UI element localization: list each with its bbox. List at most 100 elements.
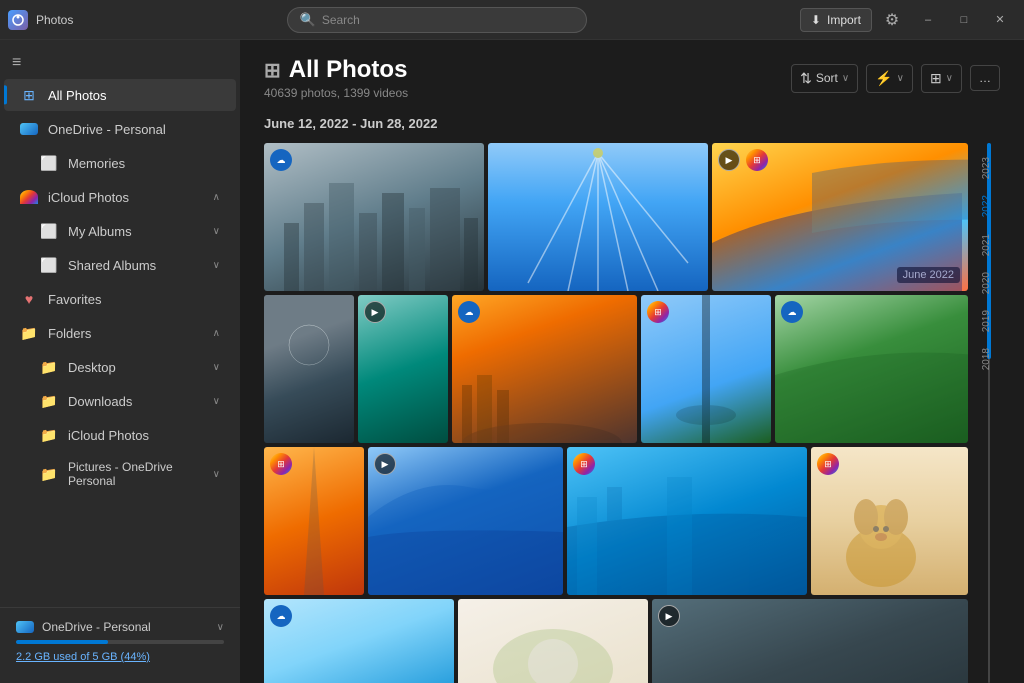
photo-item[interactable]: ☁ [775,295,968,443]
year-2020[interactable]: 2020 [981,268,992,301]
photo-item[interactable]: ⊞ [567,447,807,595]
close-button[interactable]: ✕ [984,6,1016,34]
onedrive-chevron: ∨ [217,622,224,633]
year-2018[interactable]: 2018 [981,344,992,377]
grid-icon: ⊞ [930,70,942,87]
sidebar-item-folders[interactable]: 📁 Folders ∧ [4,317,236,349]
photo-item[interactable]: ▶ [652,599,968,683]
shared-albums-icon: ⬜ [40,256,58,274]
page-title: ⊞ All Photos [264,56,408,84]
sort-chevron: ∨ [842,73,849,84]
photo-row-4: ☁ ▶ [264,599,968,683]
sort-icon: ⇅ [800,70,812,87]
photo-item[interactable]: ▶ ⊞ June 2022 [712,143,968,291]
titlebar: Photos 🔍 ⬇ Import ⚙ – □ ✕ [0,0,1024,40]
photo-item[interactable]: ⊞ [641,295,771,443]
storage-fill [16,640,108,644]
sort-button[interactable]: ⇅ Sort ∨ [791,64,858,93]
date-range: June 12, 2022 - Jun 28, 2022 [264,116,437,131]
titlebar-right: ⬇ Import ⚙ – □ ✕ [800,6,1016,34]
year-2023[interactable]: 2023 [981,153,992,186]
sidebar-item-downloads[interactable]: 📁 Downloads ∨ [4,385,236,417]
page-title-icon: ⊞ [264,58,281,83]
year-2021[interactable]: 2021 [981,230,992,263]
sidebar-item-pictures[interactable]: 📁 Pictures - OneDrive Personal ∨ [4,453,236,495]
onedrive-icon [20,120,38,138]
photos-grid: ☁ [264,143,968,683]
app-body: ≡ ⊞ All Photos OneDrive - Personal ⬜ Mem… [0,40,1024,683]
sidebar-item-memories[interactable]: ⬜ Memories [4,147,236,179]
more-button[interactable]: … [970,65,1000,91]
photo-item[interactable] [264,295,354,443]
maximize-button[interactable]: □ [948,6,980,34]
app-title: Photos [36,13,73,27]
downloads-chevron: ∨ [213,396,220,407]
sidebar-item-favorites[interactable]: ♥ Favorites [4,283,236,315]
icloud-icon [20,188,38,206]
downloads-icon: 📁 [40,392,58,410]
import-button[interactable]: ⬇ Import [800,8,872,32]
desktop-icon: 📁 [40,358,58,376]
photos-area[interactable]: ☁ [240,143,1024,683]
photo-row-3: ⊞ ▶ [264,447,968,595]
photos-count: 40639 photos, 1399 videos [264,86,408,100]
sidebar-item-all-photos[interactable]: ⊞ All Photos [4,79,236,111]
search-icon: 🔍 [300,12,316,28]
photo-row-2: ▶ ☁ [264,295,968,443]
sidebar: ≡ ⊞ All Photos OneDrive - Personal ⬜ Mem… [0,40,240,683]
photo-item[interactable]: ⊞ [811,447,968,595]
shared-albums-chevron: ∨ [213,260,220,271]
icloud-folder-icon: 📁 [40,426,58,444]
sidebar-item-onedrive[interactable]: OneDrive - Personal [4,113,236,145]
photo-item[interactable]: ☁ [452,295,637,443]
my-albums-chevron: ∨ [213,226,220,237]
filter-icon: ⚡ [875,70,892,87]
icloud-chevron: ∧ [213,192,220,203]
sidebar-item-icloud[interactable]: iCloud Photos ∧ [4,181,236,213]
date-section: June 12, 2022 - Jun 28, 2022 [240,108,1024,143]
photo-item[interactable]: ☁ [264,143,484,291]
app-icon [8,10,28,30]
photo-row-1: ☁ [264,143,968,291]
titlebar-left: Photos [8,10,73,30]
desktop-chevron: ∨ [213,362,220,373]
pictures-icon: 📁 [40,465,58,483]
onedrive-footer-icon [16,621,34,633]
sidebar-item-desktop[interactable]: 📁 Desktop ∨ [4,351,236,383]
storage-text[interactable]: 2.2 GB used of 5 GB (44%) [16,651,150,663]
sidebar-item-icloud-folder[interactable]: 📁 iCloud Photos [4,419,236,451]
year-2019[interactable]: 2019 [981,306,992,339]
folders-icon: 📁 [20,324,38,342]
settings-button[interactable]: ⚙ [876,6,908,34]
filter-chevron: ∨ [897,73,904,84]
heart-icon: ♥ [20,290,38,308]
sidebar-item-shared-albums[interactable]: ⬜ Shared Albums ∨ [4,249,236,281]
photo-item[interactable] [488,143,708,291]
memories-icon: ⬜ [40,154,58,172]
my-albums-icon: ⬜ [40,222,58,240]
pictures-chevron: ∨ [213,469,220,480]
view-button[interactable]: ⊞ ∨ [921,64,962,93]
onedrive-footer: OneDrive - Personal ∨ 2.2 GB used of 5 G… [0,607,240,675]
photo-item[interactable] [458,599,648,683]
main-content: ⊞ All Photos 40639 photos, 1399 videos ⇅… [240,40,1024,683]
search-input[interactable] [322,13,574,27]
sidebar-item-my-albums[interactable]: ⬜ My Albums ∨ [4,215,236,247]
content-header-right: ⇅ Sort ∨ ⚡ ∨ ⊞ ∨ … [791,64,1000,93]
folders-chevron: ∧ [213,328,220,339]
photo-item[interactable]: ▶ [358,295,448,443]
content-header: ⊞ All Photos 40639 photos, 1399 videos ⇅… [240,40,1024,108]
search-bar[interactable]: 🔍 [287,7,587,33]
year-2022[interactable]: 2022 [981,191,992,224]
timeline-bar: 2023 2022 2021 2020 2019 2018 [972,143,1000,683]
photo-item[interactable]: ⊞ [264,447,364,595]
photo-item[interactable]: ☁ [264,599,454,683]
import-icon: ⬇ [811,13,821,27]
hamburger-menu[interactable]: ≡ [0,48,240,78]
onedrive-footer-title: OneDrive - Personal ∨ [16,620,224,634]
minimize-button[interactable]: – [912,6,944,34]
content-header-left: ⊞ All Photos 40639 photos, 1399 videos [264,56,408,100]
photo-item[interactable]: ▶ [368,447,563,595]
view-chevron: ∨ [946,73,953,84]
filter-button[interactable]: ⚡ ∨ [866,64,913,93]
